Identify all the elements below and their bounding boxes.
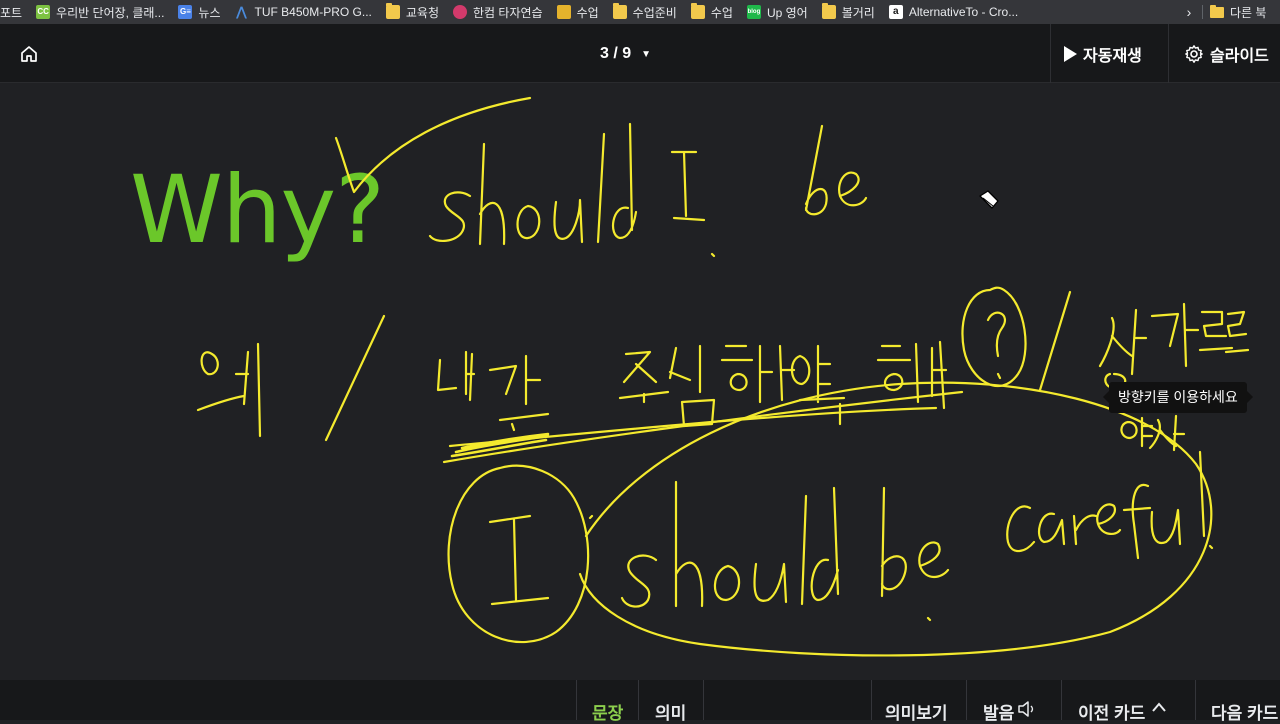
bookmark-class-prep[interactable]: 수업준비 [607, 0, 685, 24]
bookmark-port[interactable]: 포트 [0, 0, 30, 24]
bookmark-edu-office[interactable]: 교육청 [380, 0, 447, 24]
speaker-icon [1018, 701, 1034, 717]
ink-circled-question [961, 286, 1027, 388]
bookmark-label: 우리반 단어장, 클래... [56, 5, 165, 20]
tab-sentence[interactable]: 문장 [592, 680, 623, 723]
pronounce-label: 발음 [983, 704, 1015, 723]
bookmark-label: 포트 [0, 5, 23, 20]
bookmark-things-to-see[interactable]: 볼거리 [816, 0, 883, 24]
next-card-button[interactable]: 다음 카드 [1211, 680, 1278, 723]
bookmark-hancom-typing[interactable]: 한컴 타자연습 [447, 0, 551, 24]
ink-naega [436, 350, 550, 432]
bookmark-label: TUF B450M-PRO G... [254, 5, 372, 19]
pronounce-button[interactable]: 발음 [983, 680, 1037, 723]
bookmark-classcard[interactable]: CC 우리반 단어장, 클래... [30, 0, 172, 24]
bookmark-label: AlternativeTo - Cro... [908, 5, 1019, 19]
bookmark-classroom[interactable]: 수업 [551, 0, 607, 24]
ink-slash-2 [1038, 290, 1072, 392]
card-controls-bar: 문장 의미 의미보기 발음 이전 카드 다음 카드 [0, 680, 1280, 723]
home-button[interactable] [16, 41, 42, 67]
bookmark-up-english[interactable]: blog Up 영어 [741, 0, 816, 24]
ink-sanggaroro [1098, 302, 1250, 390]
bookmark-class[interactable]: 수업 [685, 0, 741, 24]
autoplay-label: 자동재생 [1083, 48, 1142, 65]
bottom-divider [966, 680, 967, 720]
bookmark-news[interactable]: G≡ 뉴스 [172, 0, 228, 24]
bookmark-label: 수업 [710, 5, 733, 20]
bottom-divider [703, 680, 704, 720]
slide-settings-button[interactable]: 슬라이드 [1184, 41, 1269, 67]
bookmark-alternativeto[interactable]: a AlternativeTo - Cro... [883, 0, 1026, 24]
ink-underline-1 [442, 390, 964, 464]
bookmark-label: 다른 북 [1230, 5, 1267, 20]
folder-icon [612, 3, 627, 19]
ink-circle-i [447, 464, 590, 644]
bookmarks-overflow-chevron-icon[interactable]: › [1178, 0, 1200, 24]
bottom-divider [871, 680, 872, 720]
home-icon [21, 46, 37, 62]
asus-icon: ⋀ [236, 4, 247, 19]
pen-cursor-icon [977, 188, 1001, 217]
bookmark-label: 교육청 [405, 5, 439, 20]
bottom-divider [576, 680, 577, 720]
ink-slash-1 [324, 314, 386, 442]
play-icon [1064, 46, 1077, 62]
classroom-icon [556, 5, 571, 19]
bottom-divider [1061, 680, 1062, 720]
slide-canvas[interactable]: Why? 방향키를 이용하세요 [0, 84, 1280, 680]
bookmark-label: 한컴 타자연습 [473, 5, 543, 20]
autoplay-button[interactable]: 자동재생 [1064, 41, 1142, 67]
hancom-icon [453, 5, 467, 19]
ink-should-i-be [428, 122, 868, 246]
bookmarks-bar: 포트 CC 우리반 단어장, 클래... G≡ 뉴스 ⋀ TUF B450M-P… [0, 0, 1280, 24]
alternativeto-icon: a [888, 5, 903, 19]
folder-icon [1210, 4, 1224, 18]
bookmark-label: Up 영어 [766, 5, 808, 20]
view-meaning-button[interactable]: 의미보기 [885, 680, 948, 723]
folder-icon [385, 3, 400, 19]
page-selector[interactable]: 3 / 9 ▼ [600, 42, 651, 66]
ink-should-be-careful [620, 450, 1214, 608]
bottom-divider [638, 680, 639, 720]
folder-icon [690, 3, 705, 19]
toolbar-divider [1168, 24, 1169, 83]
bookmark-other[interactable]: 다른 북 [1210, 0, 1266, 24]
chevron-up-icon [1152, 702, 1167, 712]
ink-letter-i [488, 514, 550, 606]
previous-card-button[interactable]: 이전 카드 [1078, 680, 1167, 723]
bottom-divider [1195, 680, 1196, 720]
previous-card-label: 이전 카드 [1078, 704, 1146, 723]
bookmark-label: 뉴스 [198, 5, 221, 20]
gear-icon [1185, 45, 1203, 63]
slide-toolbar: 3 / 9 ▼ 자동재생 슬라이드 [0, 24, 1280, 83]
bookmarks-divider [1202, 5, 1203, 19]
checkmark-stroke [334, 96, 532, 194]
blog-icon: blog [746, 5, 761, 19]
bookmark-label: 수업준비 [632, 5, 677, 20]
hint-tooltip: 방향키를 이용하세요 [1103, 382, 1253, 413]
handwriting-annotations [196, 96, 1250, 657]
classcard-icon: CC [36, 5, 51, 19]
bookmark-label: 수업 [576, 5, 599, 20]
ink-yeoseo [1120, 414, 1186, 452]
toolbar-divider [1050, 24, 1051, 83]
google-news-icon: G≡ [178, 5, 193, 19]
tab-meaning[interactable]: 의미 [655, 680, 686, 723]
ink-sentence-arc [578, 381, 1213, 657]
bookmark-label: 볼거리 [841, 5, 875, 20]
caret-down-icon: ▼ [641, 48, 652, 60]
page-number: 3 / 9 [600, 45, 632, 62]
bookmark-asus[interactable]: ⋀ TUF B450M-PRO G... [229, 0, 380, 24]
folder-icon [821, 3, 836, 19]
ink-wae [196, 342, 262, 438]
slide-settings-label: 슬라이드 [1210, 48, 1269, 65]
